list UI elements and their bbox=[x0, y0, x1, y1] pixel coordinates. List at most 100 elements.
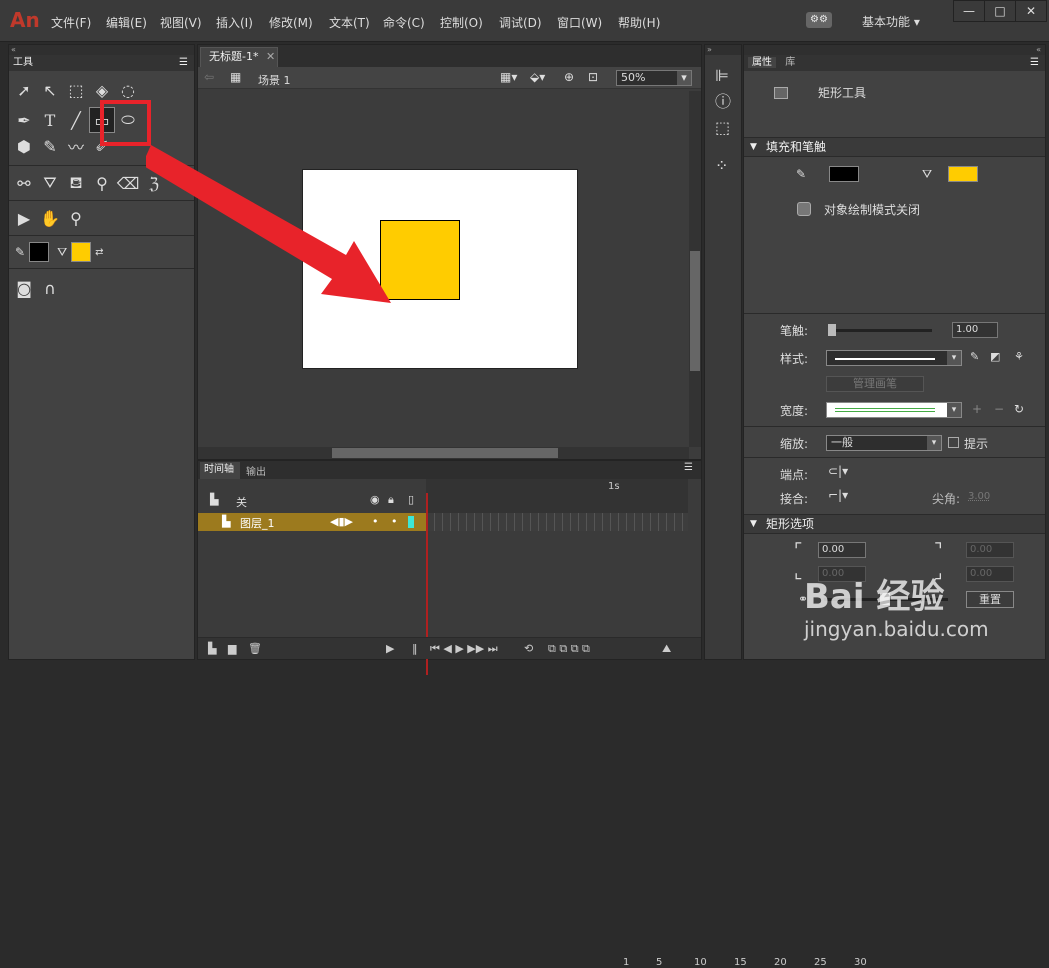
brush-tool-icon[interactable]: 〰 bbox=[63, 133, 89, 159]
stroke-color-swatch[interactable] bbox=[29, 242, 50, 262]
stroke-options-icon[interactable]: ⚘ bbox=[1014, 350, 1024, 363]
center-stage-icon[interactable]: ⊕ bbox=[564, 70, 574, 84]
edit-scene-icon[interactable]: ▦▾ bbox=[500, 70, 517, 84]
components-icon[interactable]: ⁘ bbox=[715, 153, 741, 179]
camera-tool-icon[interactable]: ▶ bbox=[11, 205, 37, 231]
delete-layer-icon[interactable]: 🗑︎ bbox=[248, 642, 262, 655]
polystar-tool-icon[interactable]: ⬢ bbox=[11, 133, 37, 159]
subselection-tool-icon[interactable]: ↖ bbox=[37, 77, 63, 103]
timeline-tab[interactable]: 时间轴 bbox=[200, 462, 240, 479]
close-tab-icon[interactable]: ✕ bbox=[266, 50, 275, 63]
object-drawing-icon[interactable]: ◙ bbox=[11, 275, 37, 301]
fill-stroke-section[interactable]: ▼ 填充和笔触 bbox=[744, 137, 1045, 157]
layer-color-icon[interactable] bbox=[408, 516, 414, 528]
stroke-input[interactable]: 1.00 bbox=[952, 322, 998, 338]
menu-view[interactable]: 视图(V) bbox=[160, 14, 202, 31]
selection-tool-icon[interactable]: ➚ bbox=[11, 77, 37, 103]
workspace-switcher[interactable]: 基本功能 ▾ bbox=[862, 13, 920, 30]
align-icon[interactable]: ⊫ bbox=[715, 63, 741, 89]
zoom-select[interactable]: 50% ▾ bbox=[616, 70, 692, 86]
free-transform-tool-icon[interactable]: ⬚ bbox=[63, 77, 89, 103]
playback-controls-icon[interactable]: ⏮ ◀ ▶ ▶▶ ⏭ bbox=[430, 642, 498, 656]
minimize-button[interactable]: — bbox=[953, 0, 985, 22]
horizontal-scrollbar[interactable] bbox=[198, 447, 689, 459]
loop-icon[interactable]: ⟲ bbox=[524, 642, 533, 655]
menu-commands[interactable]: 命令(C) bbox=[383, 14, 425, 31]
close-button[interactable]: ✕ bbox=[1015, 0, 1047, 22]
properties-collapse-icon[interactable]: « bbox=[744, 45, 1045, 55]
lock-icon[interactable]: 🔒︎ bbox=[388, 493, 394, 507]
bone-tool-icon[interactable]: ⚯ bbox=[11, 170, 37, 196]
eye-icon[interactable]: ◉ bbox=[370, 493, 380, 506]
reset-width-icon[interactable]: ↻ bbox=[1014, 402, 1024, 416]
clip-stage-icon[interactable]: ⊡ bbox=[588, 70, 598, 84]
object-mode-icon[interactable] bbox=[797, 202, 811, 216]
corner-top-left-input[interactable]: 0.00 bbox=[818, 542, 866, 558]
corner-bottom-right-input[interactable]: 0.00 bbox=[966, 566, 1014, 582]
tools-tab[interactable]: 工具 bbox=[13, 57, 33, 68]
reset-button[interactable]: 重置 bbox=[966, 591, 1014, 608]
pen-tool-icon[interactable]: ✒ bbox=[11, 107, 37, 133]
join-select[interactable]: ⌐|▾ bbox=[828, 488, 848, 502]
brush-library-icon[interactable]: ◩ bbox=[990, 350, 1000, 363]
eraser-tool-icon[interactable]: ⌫ bbox=[115, 170, 141, 196]
pencil-tool-icon[interactable]: ✎ bbox=[37, 133, 63, 159]
snap-magnet-icon[interactable]: ∩ bbox=[37, 275, 63, 301]
transform-icon[interactable]: ⬚ bbox=[715, 115, 741, 141]
menu-control[interactable]: 控制(O) bbox=[440, 14, 483, 31]
swap-colors-icon[interactable]: ⇄ bbox=[95, 247, 103, 258]
stroke-slider[interactable] bbox=[828, 324, 932, 336]
outline-icon[interactable]: ▯ bbox=[408, 493, 414, 506]
eyedropper-tool-icon[interactable]: ⚲ bbox=[89, 170, 115, 196]
menu-file[interactable]: 文件(F) bbox=[51, 14, 91, 31]
new-folder-icon[interactable]: ▆ bbox=[228, 642, 236, 655]
paint-bucket-tool-icon[interactable]: ⛛ bbox=[37, 170, 63, 196]
ink-bottle-tool-icon[interactable]: ⛾ bbox=[63, 170, 89, 196]
frame-area[interactable] bbox=[426, 479, 688, 675]
onion-skin-icon[interactable]: ⧉ ⧉ ⧉ ⧉ bbox=[548, 642, 590, 656]
menu-help[interactable]: 帮助(H) bbox=[618, 14, 660, 31]
width-select[interactable]: ▾ bbox=[826, 402, 962, 418]
corner-top-right-input[interactable]: 0.00 bbox=[966, 542, 1014, 558]
menu-insert[interactable]: 插入(I) bbox=[216, 14, 253, 31]
menu-edit[interactable]: 编辑(E) bbox=[106, 14, 147, 31]
frame-cells[interactable] bbox=[426, 513, 688, 531]
menu-text[interactable]: 文本(T) bbox=[329, 14, 370, 31]
zoom-tool-icon[interactable]: ⚲ bbox=[63, 205, 89, 231]
layer-visible-dot[interactable]: • bbox=[372, 515, 379, 528]
camera-icon[interactable]: ▶ bbox=[386, 642, 394, 655]
collapse-icon[interactable]: « bbox=[9, 45, 194, 55]
line-tool-icon[interactable]: ╱ bbox=[63, 107, 89, 133]
add-width-icon[interactable]: + bbox=[972, 402, 982, 416]
edit-style-icon[interactable]: ✎ bbox=[970, 350, 979, 363]
hand-tool-icon[interactable]: ✋ bbox=[37, 205, 63, 231]
vertical-scrollbar[interactable] bbox=[689, 91, 701, 447]
manage-brush-button[interactable]: 管理画笔 bbox=[826, 376, 924, 392]
edit-symbol-icon[interactable]: ⬙▾ bbox=[530, 70, 545, 84]
rect-options-section[interactable]: ▼ 矩形选项 bbox=[744, 514, 1045, 534]
back-arrow-icon[interactable]: ⇦ bbox=[204, 70, 214, 84]
style-select[interactable]: ▾ bbox=[826, 350, 962, 366]
properties-menu-icon[interactable]: ☰ bbox=[1030, 55, 1039, 71]
library-tab[interactable]: 库 bbox=[785, 57, 795, 68]
sync-settings-icon[interactable]: ⚙⚙ bbox=[806, 12, 832, 28]
prop-stroke-swatch[interactable] bbox=[829, 166, 859, 182]
output-tab[interactable]: 输出 bbox=[246, 463, 266, 478]
maximize-button[interactable]: □ bbox=[984, 0, 1016, 22]
new-layer-icon[interactable]: ▙ bbox=[208, 642, 216, 655]
menu-debug[interactable]: 调试(D) bbox=[499, 14, 542, 31]
info-icon[interactable]: ⓘ bbox=[715, 89, 741, 115]
properties-tab[interactable]: 属性 bbox=[748, 57, 776, 68]
menu-window[interactable]: 窗口(W) bbox=[557, 14, 602, 31]
miter-value[interactable]: 3.00 bbox=[968, 491, 990, 502]
layer-row[interactable]: ▙ 图层_1 ◀▮▶ • • bbox=[198, 513, 426, 531]
prop-fill-swatch[interactable] bbox=[948, 166, 978, 182]
document-tab[interactable]: 无标题-1* ✕ bbox=[200, 47, 278, 67]
strip-collapse-icon[interactable]: » bbox=[705, 45, 741, 55]
frame-view-icon[interactable]: ⛰ bbox=[662, 642, 671, 656]
scene-label[interactable]: 场景 1 bbox=[258, 72, 291, 88]
scale-select[interactable]: 一般 ▾ bbox=[826, 435, 942, 451]
remove-width-icon[interactable]: − bbox=[994, 402, 1004, 416]
fill-color-swatch[interactable] bbox=[71, 242, 92, 262]
menu-modify[interactable]: 修改(M) bbox=[269, 14, 313, 31]
